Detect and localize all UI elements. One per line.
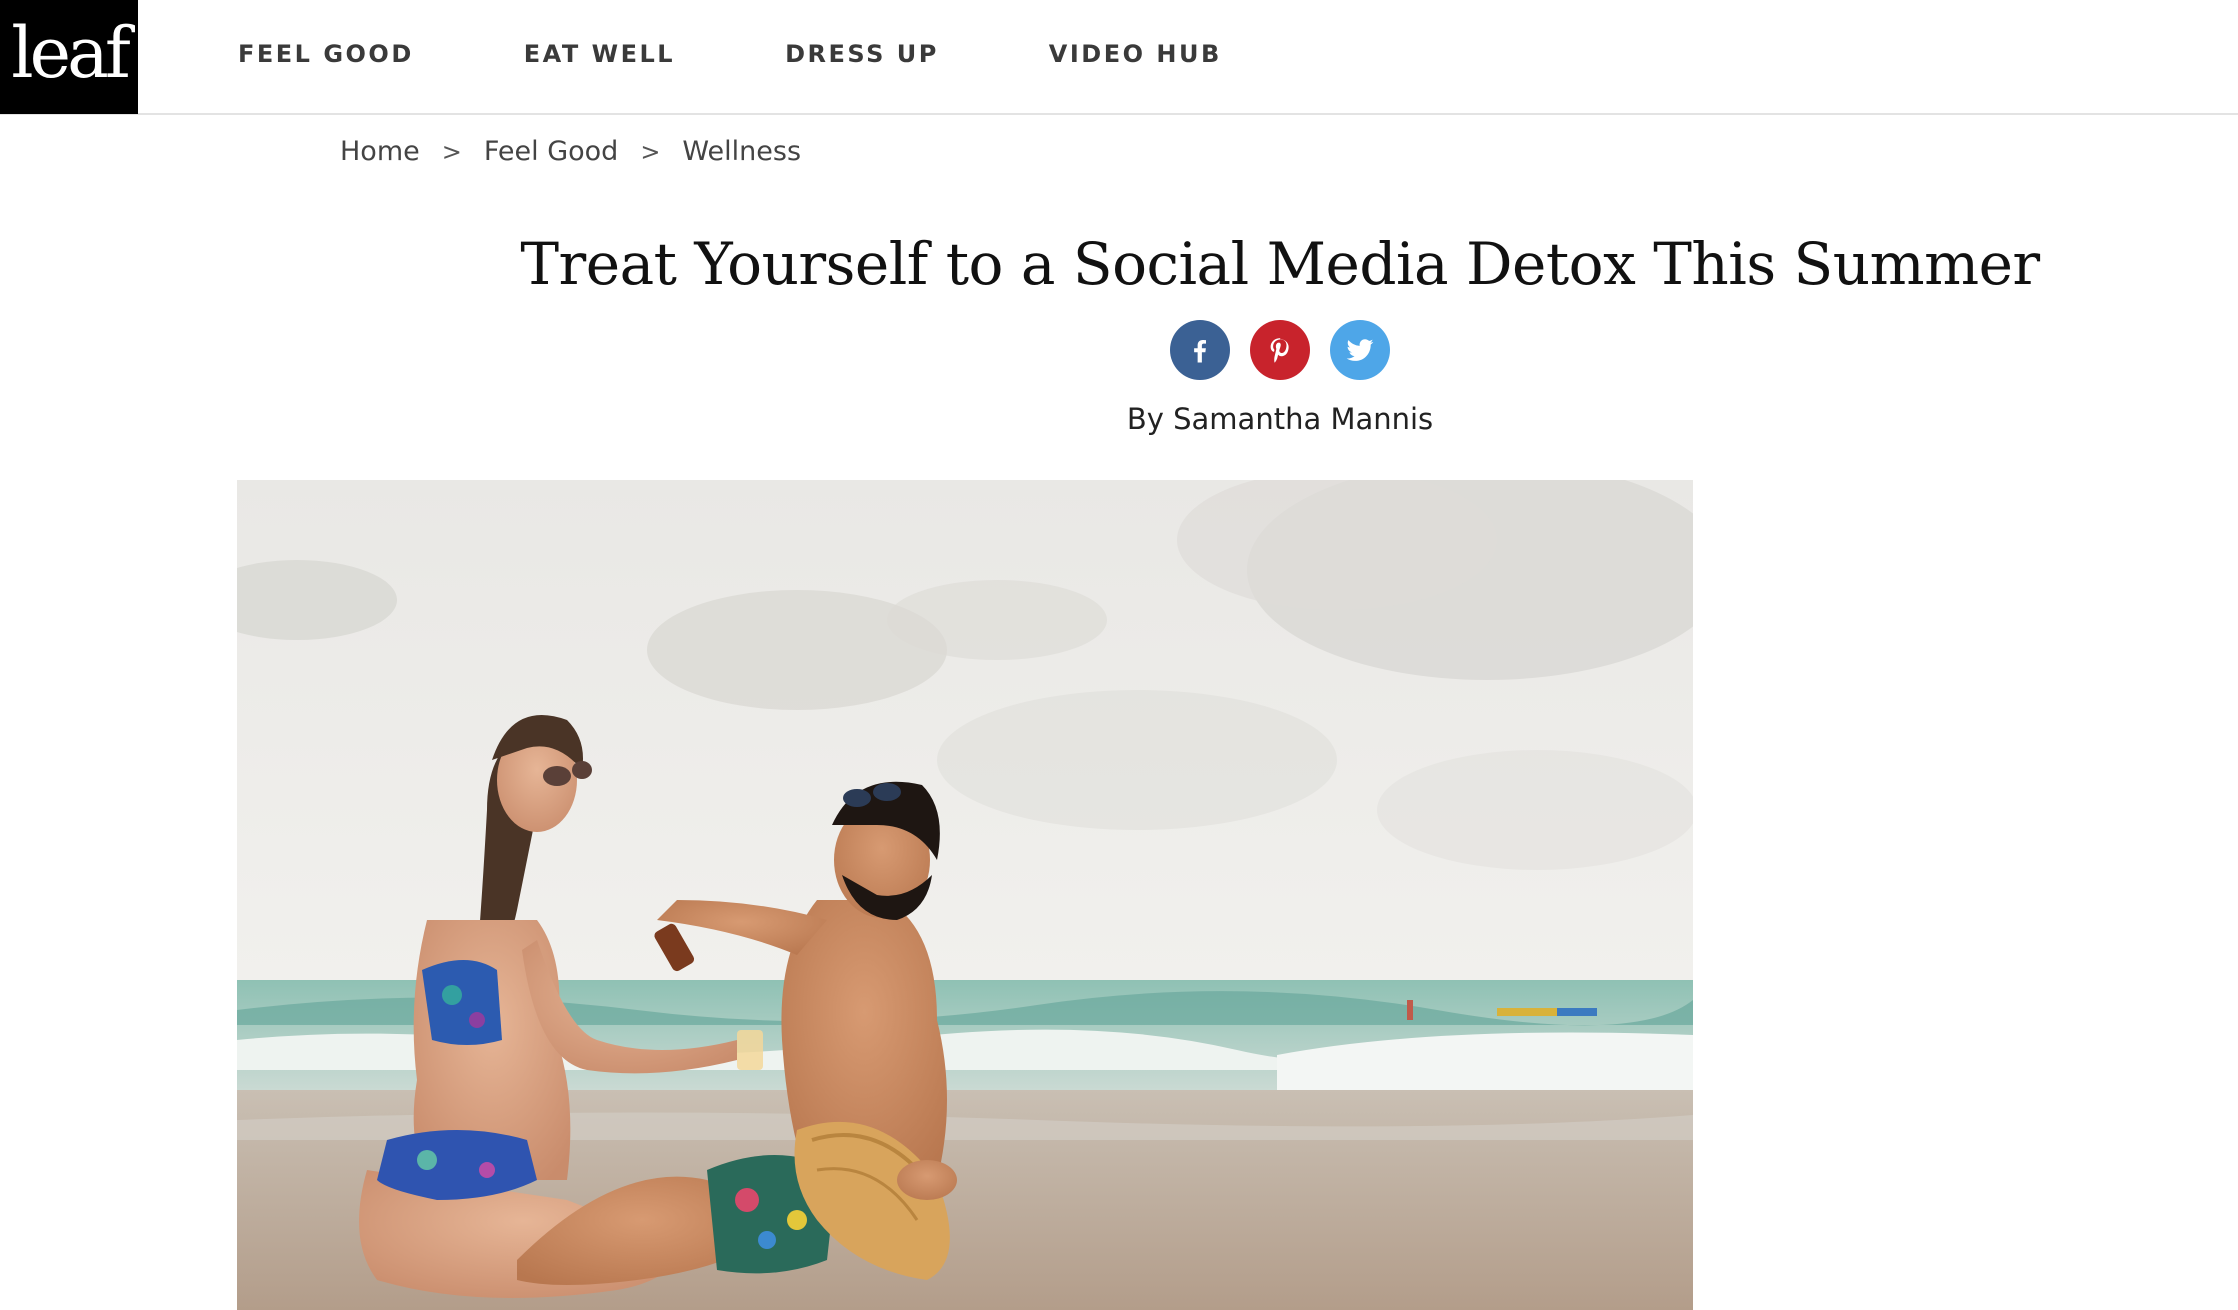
twitter-icon [1346, 339, 1374, 361]
breadcrumb-separator: > [640, 137, 661, 166]
breadcrumb-feel-good[interactable]: Feel Good [484, 136, 618, 167]
article-byline: By Samantha Mannis [1126, 402, 1434, 436]
nav-item-dress-up[interactable]: DRESS UP [785, 40, 939, 68]
nav-item-video-hub[interactable]: VIDEO HUB [1049, 40, 1222, 68]
beach-couple-photo [237, 480, 1693, 1310]
site-logo[interactable]: leaf [0, 0, 138, 114]
nav-item-eat-well[interactable]: EAT WELL [524, 40, 675, 68]
logo-text: leaf [11, 12, 130, 94]
breadcrumb-home[interactable]: Home [340, 136, 420, 167]
main-nav: FEEL GOOD EAT WELL DRESS UP VIDEO HUB [238, 0, 1332, 108]
hero-image[interactable] [237, 480, 1693, 1310]
twitter-share-button[interactable] [1330, 320, 1390, 380]
pinterest-icon [1270, 338, 1289, 363]
facebook-share-button[interactable] [1170, 320, 1230, 380]
site-header: leaf FEEL GOOD EAT WELL DRESS UP VIDEO H… [0, 0, 2238, 115]
pinterest-share-button[interactable] [1250, 320, 1310, 380]
facebook-icon [1194, 340, 1206, 363]
article-title: Treat Yourself to a Social Media Detox T… [520, 230, 2040, 298]
breadcrumb: Home > Feel Good > Wellness [340, 136, 801, 167]
share-buttons [1170, 320, 1410, 380]
nav-item-feel-good[interactable]: FEEL GOOD [238, 40, 414, 68]
breadcrumb-wellness[interactable]: Wellness [682, 136, 801, 167]
breadcrumb-separator: > [441, 137, 462, 166]
